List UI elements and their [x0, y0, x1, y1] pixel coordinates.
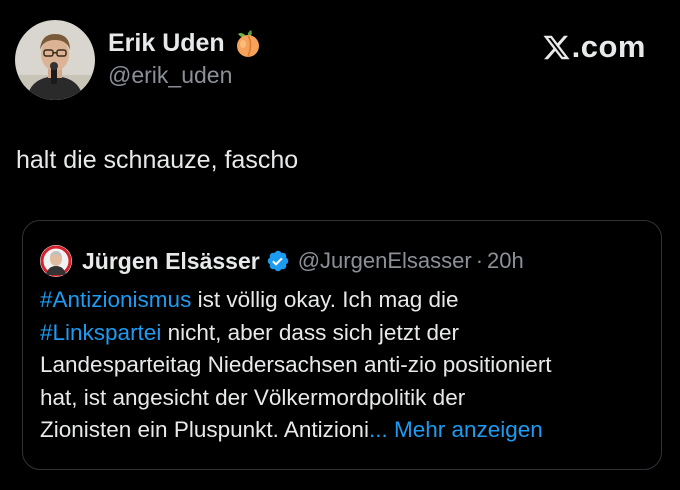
author-avatar[interactable]: [15, 20, 95, 100]
show-more-link[interactable]: ... Mehr anzeigen: [369, 417, 543, 442]
author-handle[interactable]: @erik_uden: [108, 62, 232, 89]
quoted-text-segment-5: Zionisten ein Pluspunkt. Antizioni: [40, 417, 369, 442]
quoted-tweet-card[interactable]: Jürgen Elsässer @JurgenElsasser · 20h #A…: [22, 220, 662, 470]
author-display-name[interactable]: Erik Uden: [108, 29, 225, 58]
quoted-text-segment-2: nicht, aber dass sich jetzt der: [161, 319, 459, 345]
quoted-author-name[interactable]: Jürgen Elsässer: [82, 248, 260, 275]
separator-dot: ·: [475, 248, 484, 273]
quoted-text-line-2: #Linkspartei nicht, aber dass sich jetzt…: [40, 317, 660, 350]
quoted-text-segment-1: ist völlig okay. Ich mag die: [191, 287, 459, 312]
quoted-text-line-5: Zionisten ein Pluspunkt. Antizioni... Me…: [40, 414, 660, 447]
quoted-tweet-header: Jürgen Elsässer @JurgenElsasser · 20h: [40, 245, 524, 277]
quoted-text-line-4: hat, ist angesicht der Völkermordpolitik…: [40, 384, 466, 410]
x-logo-icon: [543, 35, 570, 59]
hashtag-linkspartei[interactable]: #Linkspartei: [40, 320, 161, 345]
tweet-text: halt die schnauze, fascho: [16, 146, 299, 174]
quoted-tweet-time[interactable]: 20h: [487, 248, 524, 274]
quoted-tweet-text: #Antizionismus ist völlig okay. Ich mag …: [40, 284, 660, 447]
hashtag-antizionismus[interactable]: #Antizionismus: [40, 287, 191, 312]
quoted-author-handle[interactable]: @JurgenElsasser: [298, 248, 472, 274]
x-com-watermark: .com: [542, 29, 646, 65]
quoted-text-line-3: Landesparteitag Niedersachsen anti-zio p…: [40, 352, 552, 377]
peach-icon: [233, 28, 263, 58]
verified-badge-icon: [267, 250, 288, 272]
quoted-text-line-1: #Antizionismus ist völlig okay. Ich mag …: [40, 284, 660, 317]
quoted-author-avatar[interactable]: [40, 245, 72, 277]
x-com-suffix: .com: [571, 29, 646, 64]
